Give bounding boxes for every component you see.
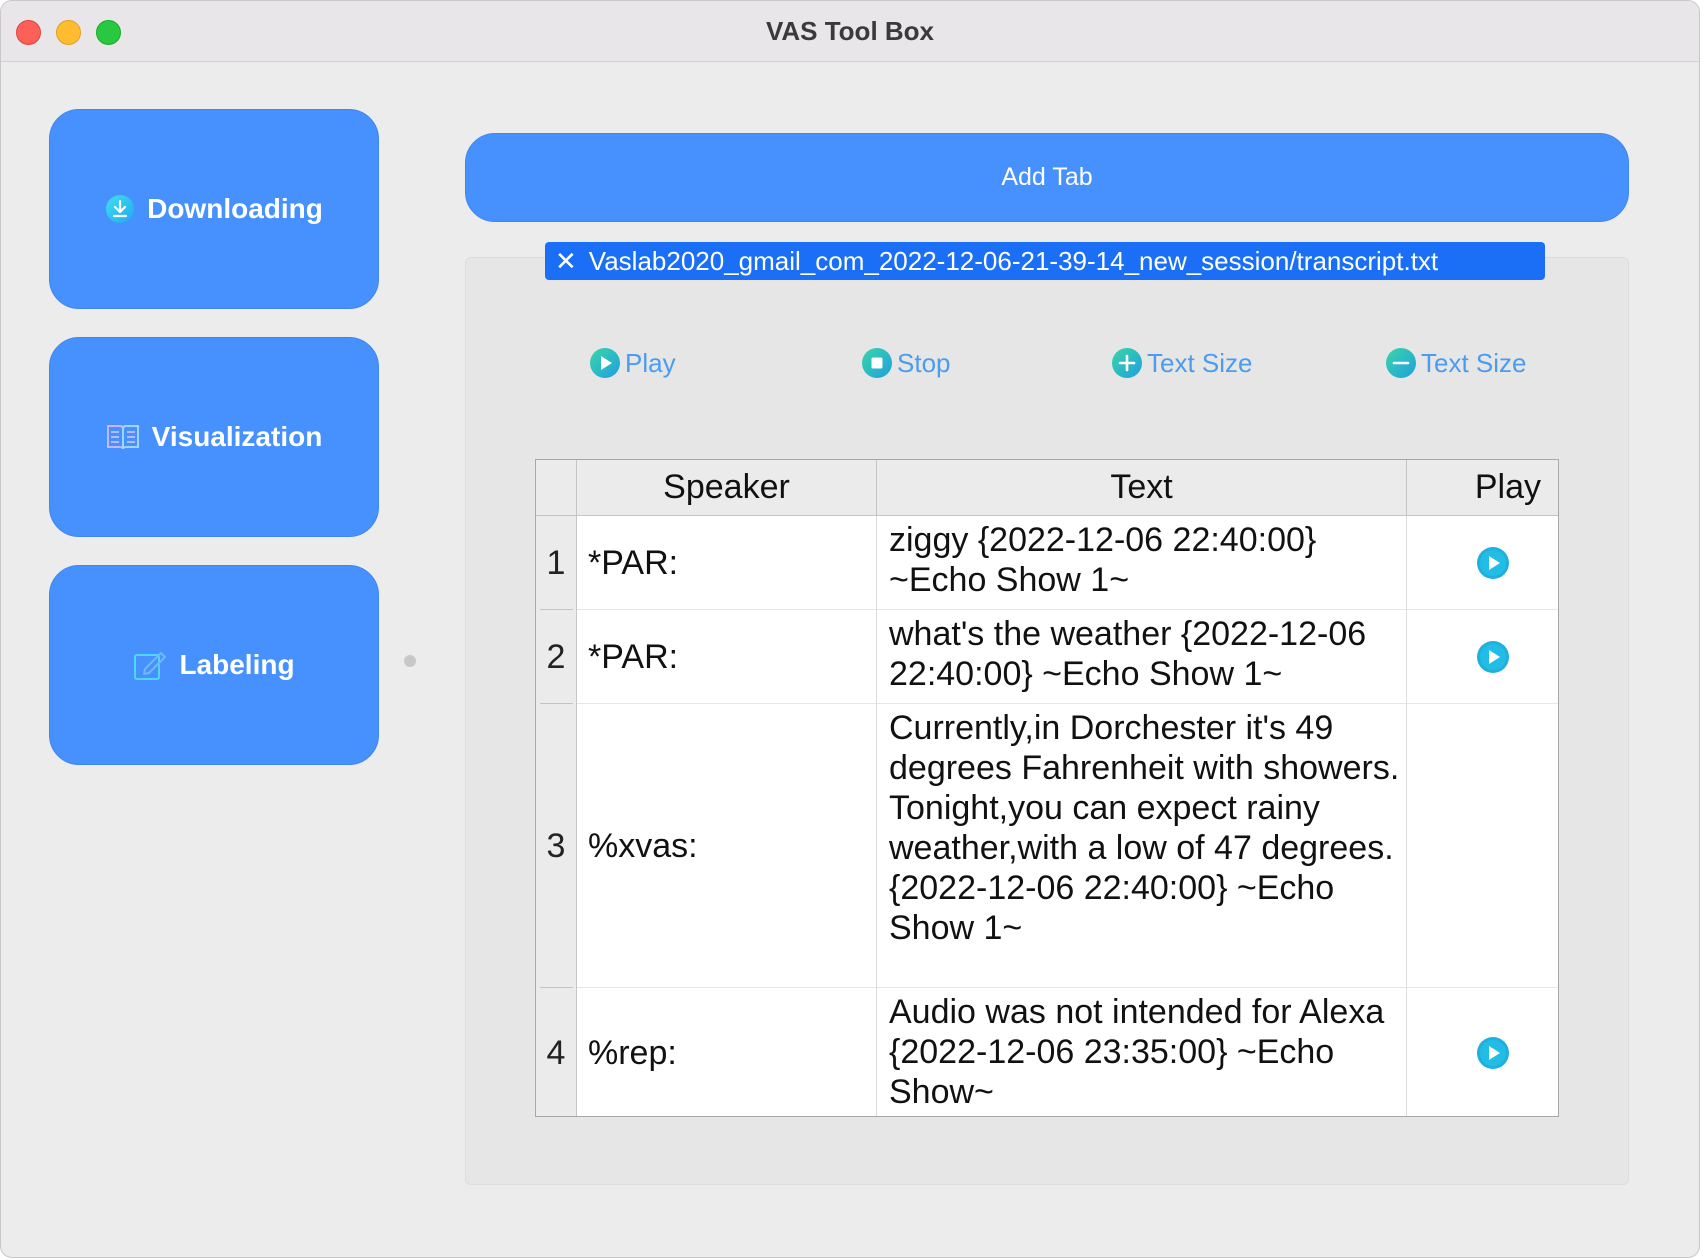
table-row[interactable]: 1 *PAR: ziggy {2022-12-06 22:40:00} ~Ech… — [536, 516, 1558, 610]
speaker-cell[interactable]: *PAR: — [577, 516, 877, 610]
row-number[interactable]: 2 — [536, 610, 577, 704]
edit-icon — [133, 649, 167, 681]
add-tab-button[interactable]: Add Tab — [465, 133, 1629, 222]
transcript-table: Speaker Text Play 1 *PAR: ziggy {2022-12… — [535, 459, 1559, 1117]
text-cell[interactable]: Currently,in Dorchester it's 49 degrees … — [877, 704, 1407, 988]
play-label: Play — [625, 347, 676, 378]
book-icon — [106, 422, 140, 452]
app-window: VAS Tool Box Downloading Visualization L… — [0, 0, 1700, 1258]
sidebar-item-visualization[interactable]: Visualization — [49, 337, 379, 537]
row-number[interactable]: 3 — [536, 704, 577, 988]
row-play-icon[interactable] — [1476, 546, 1510, 580]
sidebar-item-label: Downloading — [147, 193, 323, 224]
text-cell[interactable]: what's the weather {2022-12-06 22:40:00}… — [877, 610, 1407, 704]
column-header-speaker[interactable]: Speaker — [577, 460, 877, 516]
row-number[interactable]: 1 — [536, 516, 577, 610]
decrease-text-size-label: Text Size — [1421, 347, 1527, 378]
speaker-cell[interactable]: %rep: — [577, 988, 877, 1116]
sidebar-item-labeling[interactable]: Labeling — [49, 565, 379, 765]
sidebar-item-label: Labeling — [179, 649, 295, 680]
window-title: VAS Tool Box — [765, 16, 935, 46]
speaker-cell[interactable]: *PAR: — [577, 610, 877, 704]
text-cell[interactable]: ziggy {2022-12-06 22:40:00} ~Echo Show 1… — [877, 516, 1407, 610]
play-cell — [1407, 516, 1558, 610]
minus-circle-icon — [1385, 347, 1417, 379]
table-corner[interactable] — [536, 460, 577, 516]
tab-label: Vaslab2020_gmail_com_2022-12-06-21-39-14… — [588, 245, 1439, 276]
play-cell — [1407, 704, 1558, 988]
splitter-handle[interactable] — [404, 655, 416, 667]
stop-button[interactable]: Stop — [861, 343, 951, 383]
increase-text-size-label: Text Size — [1147, 347, 1253, 378]
increase-text-size-button[interactable]: Text Size — [1111, 343, 1253, 383]
text-cell[interactable]: Audio was not intended for Alexa {2022-1… — [877, 988, 1407, 1116]
decrease-text-size-button[interactable]: Text Size — [1385, 343, 1527, 383]
plus-circle-icon — [1111, 347, 1143, 379]
row-play-icon[interactable] — [1476, 640, 1510, 674]
play-icon — [589, 347, 621, 379]
download-icon — [105, 194, 135, 224]
table-row[interactable]: 2 *PAR: what's the weather {2022-12-06 2… — [536, 610, 1558, 704]
title-bar: VAS Tool Box — [1, 1, 1699, 62]
table-row[interactable]: 4 %rep: Audio was not intended for Alexa… — [536, 988, 1558, 1116]
column-header-text[interactable]: Text — [877, 460, 1407, 516]
table-row[interactable]: 3 %xvas: Currently,in Dorchester it's 49… — [536, 704, 1558, 988]
play-button[interactable]: Play — [589, 343, 676, 383]
play-cell — [1407, 988, 1558, 1116]
row-play-icon[interactable] — [1476, 1036, 1510, 1070]
row-number[interactable]: 4 — [536, 988, 577, 1116]
sidebar-item-downloading[interactable]: Downloading — [49, 109, 379, 309]
speaker-cell[interactable]: %xvas: — [577, 704, 877, 988]
background-edge — [1700, 0, 1704, 1260]
stop-label: Stop — [897, 347, 951, 378]
tab-transcript[interactable]: ✕ Vaslab2020_gmail_com_2022-12-06-21-39-… — [545, 242, 1545, 280]
sidebar-item-label: Visualization — [151, 421, 323, 452]
stop-icon — [861, 347, 893, 379]
tab-close-icon[interactable]: ✕ — [555, 248, 577, 274]
column-header-play[interactable]: Play — [1407, 460, 1558, 516]
play-cell — [1407, 610, 1558, 704]
